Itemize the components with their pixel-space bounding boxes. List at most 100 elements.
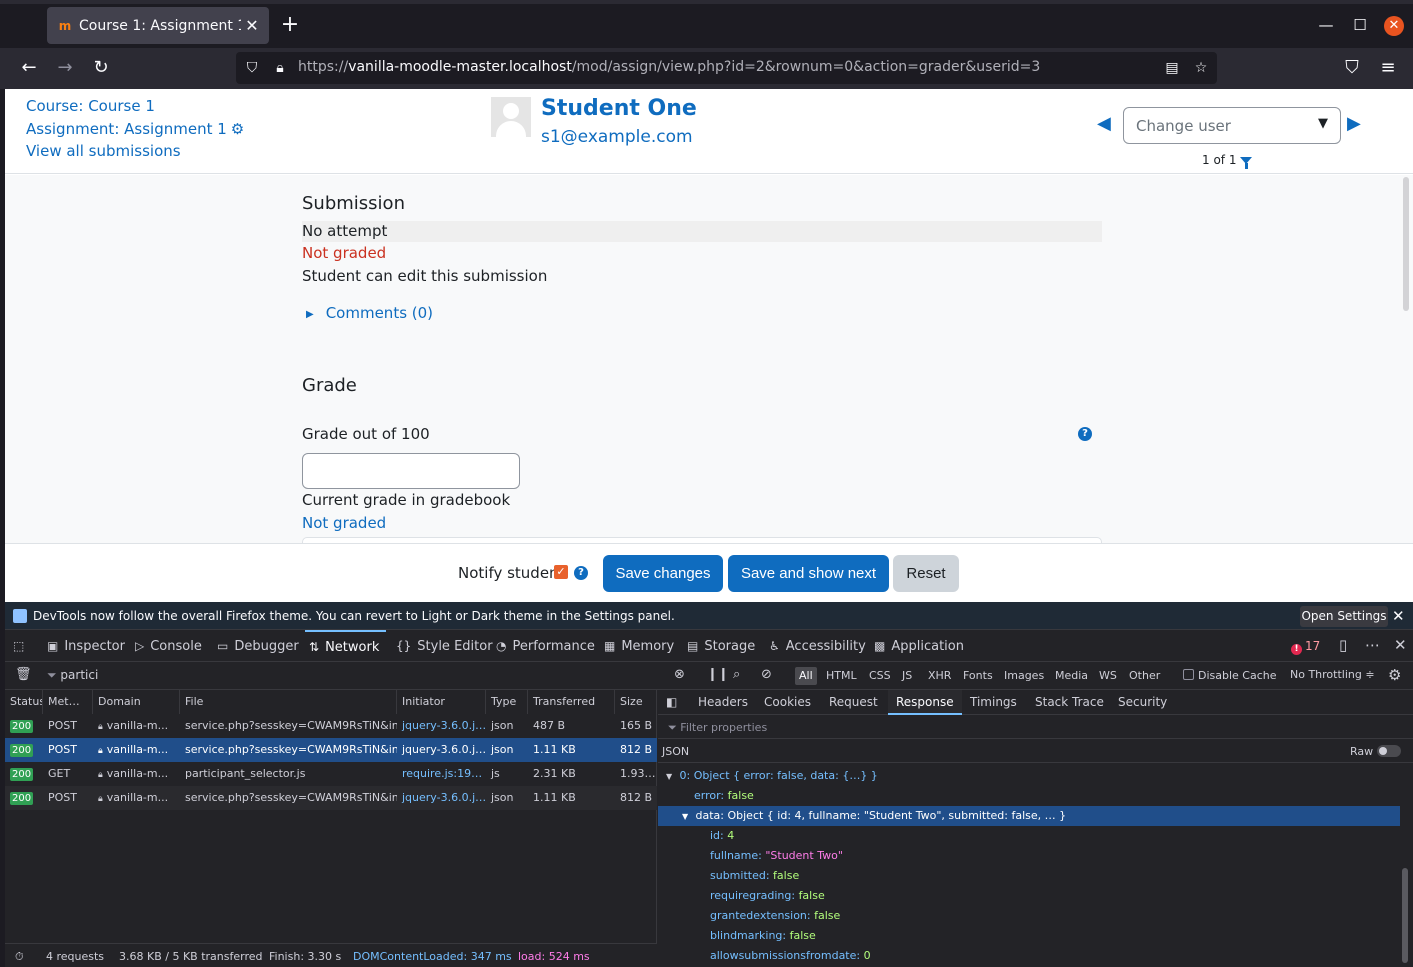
- json-root-row[interactable]: ▼ 0: Object { error: false, data: {…} }: [658, 766, 1400, 786]
- browser-tab[interactable]: m Course 1: Assignment 1 - ✕: [47, 7, 269, 44]
- raw-toggle[interactable]: Raw: [1350, 745, 1402, 758]
- tab-response[interactable]: Response: [888, 690, 962, 715]
- assignment-link[interactable]: Assignment: Assignment 1: [26, 120, 227, 138]
- table-row[interactable]: 200 POST 🔒︎ vanilla-m... service.php?sess…: [5, 738, 657, 762]
- type-filter-html[interactable]: HTML: [822, 667, 861, 685]
- next-user-icon[interactable]: ▶: [1347, 113, 1361, 134]
- col-transferred[interactable]: Transferred: [528, 690, 615, 714]
- block-icon[interactable]: ⊘: [761, 667, 772, 682]
- type-filter-js[interactable]: JS: [898, 667, 916, 685]
- error-count-badge[interactable]: ! 17: [1291, 639, 1320, 655]
- search-icon[interactable]: ⌕: [733, 667, 740, 682]
- change-user-select[interactable]: Change user ▼: [1123, 107, 1341, 144]
- table-row[interactable]: 200 POST 🔒︎ vanilla-m... service.php?sess…: [5, 714, 657, 738]
- json-row[interactable]: error: false: [658, 786, 1400, 806]
- reset-button[interactable]: Reset: [893, 555, 959, 592]
- col-file[interactable]: File: [180, 690, 397, 714]
- col-status[interactable]: Status: [5, 690, 43, 714]
- tab-headers[interactable]: Headers: [698, 690, 748, 715]
- request-initiator[interactable]: jquery-3.6.0.j…: [397, 714, 486, 738]
- json-row[interactable]: allowsubmissionsfromdate: 0: [658, 946, 1400, 966]
- col-initiator[interactable]: Initiator: [397, 690, 486, 714]
- maximize-icon[interactable]: ☐: [1350, 15, 1370, 35]
- student-email-link[interactable]: s1@example.com: [541, 127, 693, 147]
- type-filter-images[interactable]: Images: [1000, 667, 1048, 685]
- type-filter-ws[interactable]: WS: [1095, 667, 1121, 685]
- throttling-select[interactable]: No Throttling ≑: [1290, 668, 1375, 681]
- previous-user-icon[interactable]: ◀: [1097, 113, 1111, 134]
- tab-network[interactable]: ⇅ Network: [305, 630, 387, 662]
- tab-inspector[interactable]: ▣ Inspector: [47, 630, 125, 662]
- help-icon[interactable]: ?: [574, 566, 588, 580]
- json-row[interactable]: requiregrading: false: [658, 886, 1400, 906]
- save-changes-button[interactable]: Save changes: [603, 555, 723, 592]
- type-filter-fonts[interactable]: Fonts: [959, 667, 997, 685]
- help-icon[interactable]: ?: [1078, 427, 1092, 441]
- comments-toggle[interactable]: ▶ Comments (0): [306, 304, 433, 322]
- table-row[interactable]: 200 POST 🔒︎ vanilla-m... service.php?sess…: [5, 786, 657, 810]
- tab-performance[interactable]: ◔ Performance: [496, 630, 595, 662]
- settings-gear-icon[interactable]: ⚙: [1388, 666, 1401, 684]
- forward-icon[interactable]: →: [53, 56, 77, 80]
- json-data-row[interactable]: ▼ data: Object { id: 4, fullname: "Stude…: [658, 806, 1400, 826]
- save-and-show-next-button[interactable]: Save and show next: [728, 555, 889, 592]
- close-devtools-icon[interactable]: ✕: [1394, 636, 1407, 654]
- tab-debugger[interactable]: ▭ Debugger: [217, 630, 299, 662]
- more-options-icon[interactable]: ⋯: [1365, 636, 1380, 654]
- col-type[interactable]: Type: [486, 690, 528, 714]
- page-scrollbar[interactable]: [1403, 177, 1409, 311]
- tab-close-icon[interactable]: ✕: [241, 16, 263, 35]
- tab-timings[interactable]: Timings: [970, 690, 1017, 715]
- disable-cache-checkbox[interactable]: Disable Cache: [1183, 669, 1277, 682]
- json-row[interactable]: grantedextension: false: [658, 906, 1400, 926]
- type-filter-all[interactable]: All: [795, 667, 817, 685]
- pause-icon[interactable]: ❙❙: [707, 667, 729, 682]
- gear-icon[interactable]: ⚙: [231, 120, 244, 138]
- reader-view-icon[interactable]: ▤: [1162, 58, 1182, 78]
- trash-icon[interactable]: 🗑︎: [15, 667, 32, 682]
- col-method[interactable]: Met…: [43, 690, 93, 714]
- tab-stack-trace[interactable]: Stack Trace: [1035, 690, 1104, 715]
- tab-security[interactable]: Security: [1118, 690, 1167, 715]
- new-tab-button[interactable]: +: [279, 12, 301, 38]
- filter-properties-input[interactable]: ⏷ Filter properties: [658, 715, 1413, 739]
- url-text[interactable]: https://vanilla-moodle-master.localhost/…: [298, 59, 1040, 75]
- minimize-icon[interactable]: —: [1316, 15, 1336, 35]
- toggle-sidebar-icon[interactable]: ◧: [666, 690, 677, 715]
- grade-input[interactable]: [302, 453, 520, 489]
- type-filter-css[interactable]: CSS: [865, 667, 895, 685]
- tab-accessibility[interactable]: ♿︎ Accessibility: [769, 630, 866, 662]
- filter-icon[interactable]: [1240, 157, 1253, 169]
- bookmark-star-icon[interactable]: ☆: [1191, 58, 1211, 78]
- dock-icon[interactable]: ▯: [1339, 636, 1347, 654]
- lock-icon[interactable]: 🔒︎: [270, 58, 290, 78]
- url-bar[interactable]: ⛉ 🔒︎ https://vanilla-moodle-master.local…: [236, 52, 1217, 84]
- gradebook-value-link[interactable]: Not graded: [302, 514, 386, 532]
- shield-icon[interactable]: ⛉: [242, 58, 262, 78]
- menu-icon[interactable]: ≡: [1376, 56, 1400, 80]
- url-filter-input[interactable]: ⏷ partici: [47, 668, 98, 683]
- tab-cookies[interactable]: Cookies: [764, 690, 811, 715]
- type-filter-xhr[interactable]: XHR: [924, 667, 955, 685]
- json-row[interactable]: submitted: false: [658, 866, 1400, 886]
- back-icon[interactable]: ←: [17, 56, 41, 80]
- window-close-icon[interactable]: ✕: [1384, 16, 1404, 36]
- json-row[interactable]: id: 4: [658, 826, 1400, 846]
- request-initiator[interactable]: require.js:19…: [397, 762, 486, 786]
- notify-student-checkbox[interactable]: ✓: [554, 565, 568, 579]
- json-row[interactable]: fullname: "Student Two": [658, 846, 1400, 866]
- tab-storage[interactable]: ▤ Storage: [687, 630, 755, 662]
- table-row[interactable]: 200 GET 🔒︎ vanilla-m... participant_selec…: [5, 762, 657, 786]
- details-scrollbar[interactable]: [1402, 868, 1408, 963]
- element-picker-icon[interactable]: ⬚: [13, 630, 30, 662]
- request-initiator[interactable]: jquery-3.6.0.j…: [397, 738, 486, 762]
- tab-console[interactable]: ▷ Console: [135, 630, 202, 662]
- type-filter-other[interactable]: Other: [1125, 667, 1164, 685]
- course-link[interactable]: Course: Course 1: [26, 97, 155, 115]
- tab-style-editor[interactable]: {} Style Editor: [396, 630, 493, 662]
- json-row[interactable]: blindmarking: false: [658, 926, 1400, 946]
- reload-icon[interactable]: ↻: [89, 56, 113, 80]
- close-icon[interactable]: ✕: [1392, 607, 1405, 625]
- col-domain[interactable]: Domain: [93, 690, 180, 714]
- tab-application[interactable]: ▩ Application: [874, 630, 964, 662]
